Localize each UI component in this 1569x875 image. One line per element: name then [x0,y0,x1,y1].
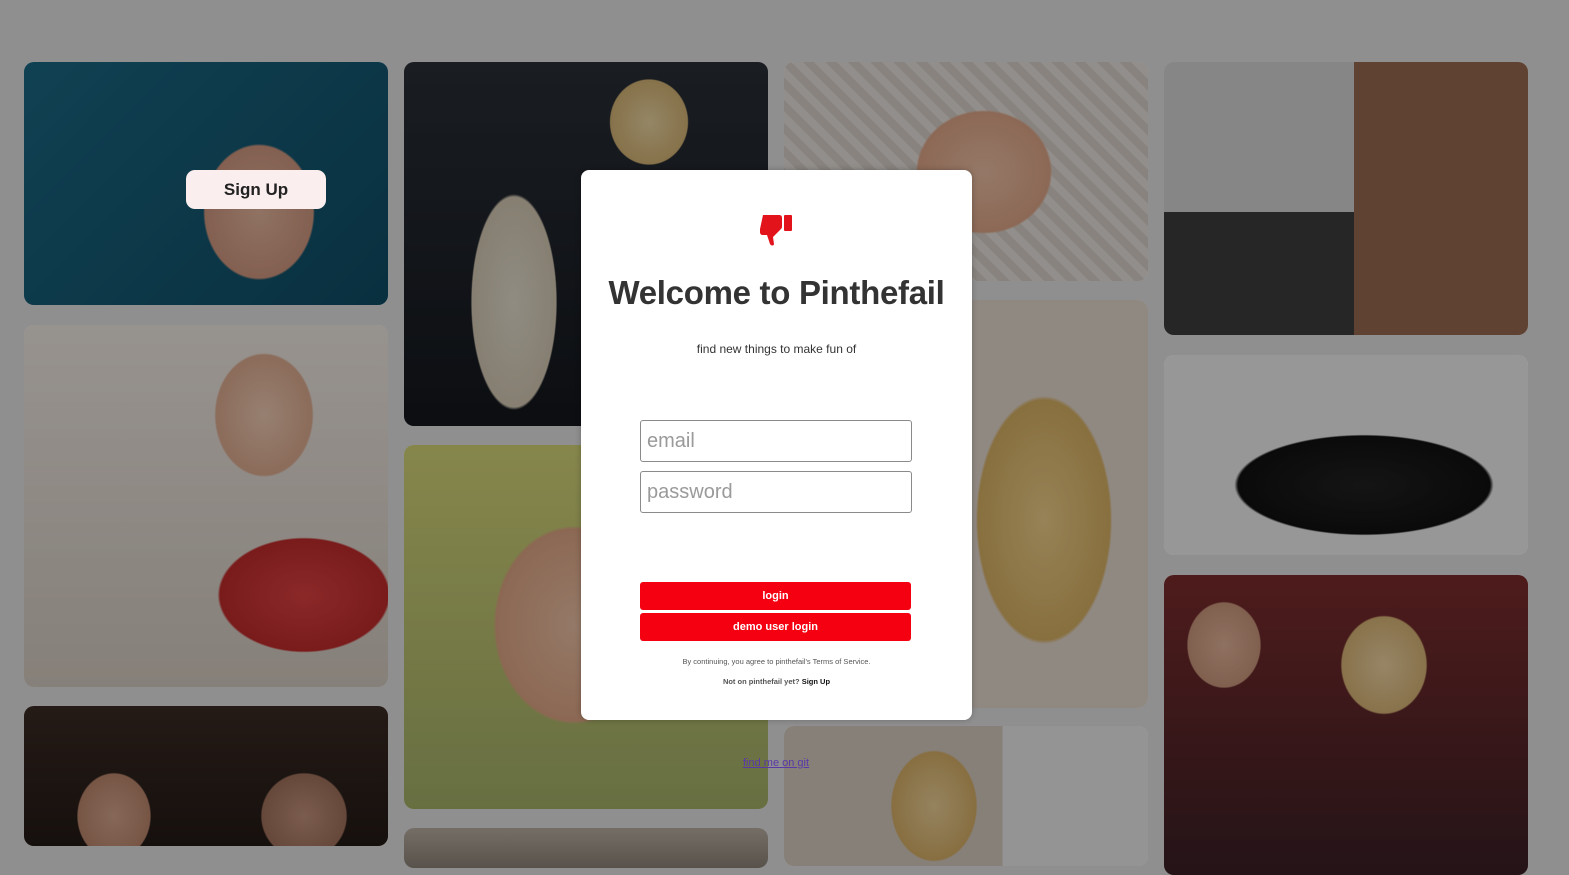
pin-tile-sunglasses-girl[interactable] [784,726,1148,866]
signup-link[interactable]: Sign Up [802,677,830,686]
login-button[interactable]: login [640,582,911,610]
pin-tile-partial[interactable] [404,828,768,868]
tile-signup-button[interactable]: Sign Up [186,170,326,209]
pin-tile-fastfood-selfie[interactable] [24,325,388,687]
find-me-link[interactable]: find me on git [743,757,809,769]
email-field[interactable] [640,420,912,462]
login-modal: Welcome to Pinthefail find new things to… [581,170,972,720]
pin-tile-gym-lifters[interactable] [1164,62,1528,335]
modal-subtitle: find new things to make fun of [696,342,857,356]
signup-prompt-text: Not on pinthefail yet? [722,677,800,686]
pin-tile-black-cat[interactable] [1164,355,1528,555]
pin-tile-two-men[interactable] [24,706,388,846]
pin-tile-laughing-couple[interactable] [1164,575,1528,875]
terms-text: By continuing, you agree to pinthefail's… [682,657,871,666]
modal-title: Welcome to Pinthefail [608,274,945,311]
signup-prompt: Not on pinthefail yet? Sign Up [581,677,972,686]
password-field[interactable] [640,471,912,513]
demo-login-button[interactable]: demo user login [640,613,911,641]
thumbs-down-icon [760,215,792,246]
